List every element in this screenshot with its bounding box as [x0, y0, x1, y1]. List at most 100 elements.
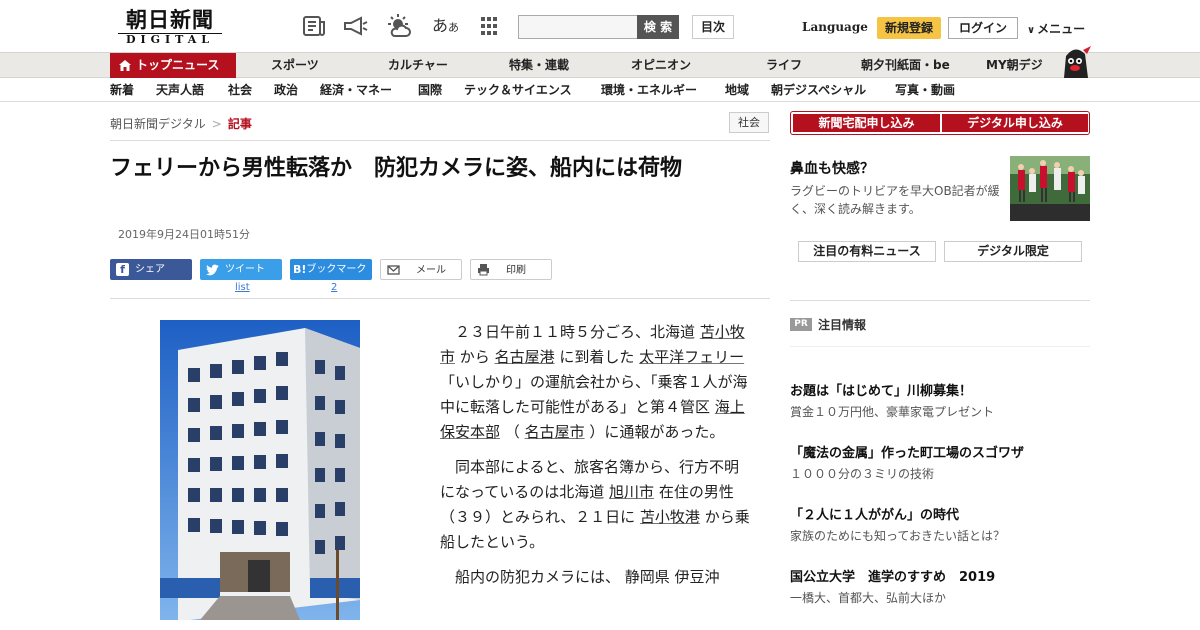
home-icon: [119, 60, 131, 71]
pr-item-title[interactable]: お題は「はじめて」川柳募集！: [790, 380, 972, 399]
hatena-count-link[interactable]: 2: [331, 282, 337, 293]
hatena-bookmark-button[interactable]: B!ブックマーク: [290, 259, 372, 280]
subscribe-paper-button[interactable]: 新聞宅配申し込み: [793, 114, 940, 132]
pr-item-desc[interactable]: 賞金１０万円他、豪華家電プレゼント: [790, 403, 994, 420]
subnav-item-economy[interactable]: 経済・マネー: [320, 79, 392, 101]
logo-main-text: 朝日新聞: [126, 7, 214, 32]
hatena-icon: B!: [293, 263, 307, 276]
language-link[interactable]: Language: [802, 20, 868, 34]
category-badge[interactable]: 社会: [729, 112, 769, 133]
promo-title[interactable]: 鼻血も快感？: [790, 158, 874, 178]
keyword-link[interactable]: 名古屋港: [495, 348, 555, 366]
nav-item-paper[interactable]: 朝夕刊紙面・be: [861, 53, 950, 78]
nav-item-culture[interactable]: カルチャー: [388, 53, 448, 78]
keyword-link[interactable]: 苫小牧港: [640, 508, 700, 526]
article-paragraph: ２３日午前１１時５分ごろ、北海道 苫小牧市 から 名古屋港 に到着した 太平洋フ…: [440, 320, 750, 445]
pr-item-title[interactable]: 国公立大学 進学のすすめ 2019: [790, 566, 995, 585]
paragraph-text: ２３日午前１１時５分ごろ、北海道: [455, 323, 700, 341]
article-paragraph: 船内の防犯カメラには、 静岡県 伊豆沖: [440, 565, 750, 590]
facebook-icon: f: [116, 263, 129, 276]
printer-icon: [477, 263, 490, 276]
paragraph-text: に到着した: [554, 348, 640, 366]
subnav-item-society[interactable]: 社会: [228, 79, 252, 101]
article-date: 2019年9月24日01時51分: [118, 228, 250, 241]
search-input[interactable]: [518, 15, 638, 39]
subnav-item-new[interactable]: 新着: [110, 79, 134, 101]
nav-top-news[interactable]: トップニュース: [110, 53, 236, 78]
promo-description[interactable]: ラグビーのトリビアを早大OB記者が緩く、深く読み解きます。: [790, 182, 1000, 218]
pr-item-title[interactable]: 「魔法の金属」作った町工場のスゴワザ: [790, 442, 1024, 461]
coast-guard-building-photo: [160, 320, 360, 620]
nav-item-sports[interactable]: スポーツ: [271, 53, 319, 78]
megaphone-icon[interactable]: [342, 14, 368, 38]
hatena-bookmark-label: ブックマーク: [306, 264, 367, 275]
twitter-share-button[interactable]: ツイート: [200, 259, 282, 280]
facebook-share-button[interactable]: f シェア: [110, 259, 192, 280]
weather-icon[interactable]: [386, 14, 412, 38]
pr-section-title: 注目情報: [818, 318, 867, 332]
font-size-icon[interactable]: ああ: [432, 12, 459, 36]
breadcrumb-current: 記事: [227, 117, 252, 131]
subnav-item-international[interactable]: 国際: [418, 79, 442, 101]
subnav-item-photo[interactable]: 写真・動画: [895, 79, 955, 101]
pr-badge: PR: [790, 318, 812, 331]
newspaper-icon[interactable]: [301, 14, 327, 38]
print-button[interactable]: 印刷: [470, 259, 552, 280]
breadcrumb-separator: >: [211, 117, 222, 131]
divider: [110, 140, 770, 141]
mascot-icon[interactable]: [1058, 44, 1092, 78]
twitter-count-link[interactable]: list: [235, 282, 250, 293]
sub-nav: 新着 天声人語 社会 政治 経済・マネー 国際 テック＆サイエンス 環境・エネル…: [0, 79, 1200, 102]
mail-share-button[interactable]: メール: [380, 259, 462, 280]
grid-icon[interactable]: [476, 14, 502, 38]
rugby-photo[interactable]: [1010, 156, 1090, 221]
paragraph-text: 「いしかり」の運航会社から、「乗客１人が海中に転落した可能性がある」と第４管区: [440, 373, 748, 416]
divider: [110, 298, 770, 299]
nav-item-features[interactable]: 特集・連載: [509, 53, 569, 78]
divider: [790, 300, 1090, 301]
pr-item-title[interactable]: 「２人に１人ががん」の時代: [790, 504, 959, 523]
menu-button[interactable]: ∨ メニュー: [1027, 20, 1085, 37]
keyword-link[interactable]: 旭川市: [609, 483, 654, 501]
divider: [790, 346, 1090, 347]
pr-item-desc[interactable]: １０００分の３ミリの技術: [790, 465, 934, 482]
tab-premium-news[interactable]: 注目の有料ニュース: [798, 241, 936, 262]
paragraph-text: 船内の防犯カメラには、 静岡県 伊豆沖: [455, 568, 720, 586]
breadcrumb-home[interactable]: 朝日新聞デジタル: [110, 117, 206, 131]
chevron-down-icon: ∨: [1027, 25, 1036, 36]
subscribe-digital-button[interactable]: デジタル申し込み: [942, 114, 1088, 132]
article-title: フェリーから男性転落か 防犯カメラに姿、船内には荷物: [110, 156, 683, 181]
keyword-link[interactable]: 太平洋フェリー: [639, 348, 744, 366]
main-nav: トップニュース スポーツ カルチャー 特集・連載 オピニオン ライフ 朝夕刊紙面…: [0, 52, 1200, 78]
register-button[interactable]: 新規登録: [877, 17, 941, 39]
subnav-item-tenseijingo[interactable]: 天声人語: [156, 79, 204, 101]
twitter-bird-icon: [206, 263, 219, 276]
twitter-share-label: ツイート: [225, 264, 265, 275]
facebook-share-label: シェア: [135, 264, 165, 275]
subnav-item-special[interactable]: 朝デジスペシャル: [771, 79, 866, 101]
nav-top-news-label: トップニュース: [136, 58, 220, 72]
search-button[interactable]: 検 索: [637, 15, 679, 39]
mail-icon: [387, 263, 400, 276]
paragraph-text: から: [455, 348, 495, 366]
toc-button[interactable]: 目次: [692, 15, 734, 39]
subnav-item-politics[interactable]: 政治: [274, 79, 298, 101]
login-button[interactable]: ログイン: [948, 17, 1018, 39]
print-label: 印刷: [506, 265, 526, 276]
pr-item-desc[interactable]: 家族のためにも知っておきたい話とは？: [790, 527, 1005, 544]
nav-item-opinion[interactable]: オピニオン: [631, 53, 691, 78]
breadcrumb: 朝日新聞デジタル > 記事: [110, 115, 252, 132]
nav-item-my-asadigi[interactable]: MY朝デジ: [986, 53, 1043, 78]
article-photo[interactable]: [160, 320, 360, 620]
paragraph-text: （: [500, 423, 525, 441]
subnav-item-tech[interactable]: テック＆サイエンス: [464, 79, 572, 101]
subnav-item-region[interactable]: 地域: [725, 79, 749, 101]
asahi-logo[interactable]: 朝日新聞 DIGITAL: [110, 8, 230, 46]
site-header: 朝日新聞 DIGITAL ああ 検 索 目次 Language 新規登録 ログイ…: [0, 0, 1200, 52]
pr-item-desc[interactable]: 一橋大、首都大、弘前大ほか: [790, 589, 946, 606]
subnav-item-environment[interactable]: 環境・エネルギー: [601, 79, 697, 101]
keyword-link[interactable]: 名古屋市: [525, 423, 585, 441]
nav-item-life[interactable]: ライフ: [766, 53, 802, 78]
tab-digital-only[interactable]: デジタル限定: [944, 241, 1082, 262]
paragraph-text: ）に通報があった。: [584, 423, 725, 441]
